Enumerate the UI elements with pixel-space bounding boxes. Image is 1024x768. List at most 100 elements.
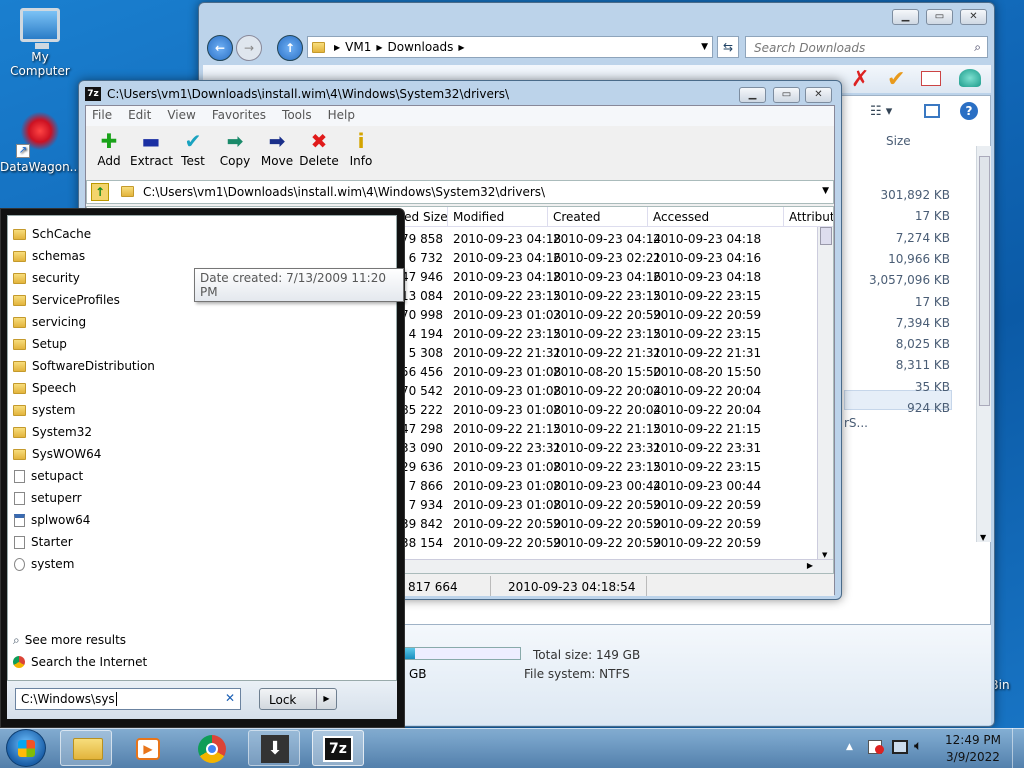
desktop-icon-my-computer[interactable]: My Computer xyxy=(0,8,80,78)
search-internet[interactable]: Search the Internet xyxy=(13,651,147,673)
result-item[interactable]: schemas xyxy=(13,245,85,267)
accessed-cell: 2010-09-22 23:31 xyxy=(653,441,762,455)
menu-favorites[interactable]: Favorites xyxy=(212,108,266,124)
check-icon[interactable]: ✔ xyxy=(887,67,905,92)
add-button[interactable]: ✚ Add xyxy=(88,128,130,168)
show-desktop-button[interactable] xyxy=(1012,728,1024,768)
result-item[interactable]: setupact xyxy=(13,465,83,487)
volume-icon[interactable]: 🔈︎ xyxy=(914,738,922,754)
shell-icon[interactable] xyxy=(959,69,981,87)
result-item[interactable]: Starter xyxy=(13,531,73,553)
size-cell: 7,274 KB xyxy=(895,230,950,245)
taskbar-media-player[interactable]: ▶ xyxy=(122,730,174,766)
up-folder-icon[interactable]: ↑ xyxy=(91,183,109,201)
column-header-created[interactable]: Created xyxy=(553,210,601,224)
result-item[interactable]: system xyxy=(13,399,75,421)
close-button[interactable]: ✕ xyxy=(960,9,987,25)
result-item[interactable]: servicing xyxy=(13,311,86,333)
network-icon[interactable] xyxy=(892,740,908,754)
size-cell: 8,025 KB xyxy=(895,337,950,352)
column-header-attributes[interactable]: Attributes xyxy=(789,210,833,224)
scroll-down-icon[interactable]: ▼ xyxy=(980,533,986,542)
result-item[interactable]: Speech xyxy=(13,377,76,399)
minimize-button[interactable]: ▁ xyxy=(739,87,766,103)
created-cell: 2010-09-22 23:31 xyxy=(553,441,662,455)
power-options-arrow-icon[interactable]: ▶ xyxy=(316,689,336,709)
clear-search-icon[interactable]: ✕ xyxy=(225,691,235,705)
address-dropdown-icon[interactable]: ▼ xyxy=(701,42,708,52)
extract-button[interactable]: ▬ Extract xyxy=(130,128,173,168)
result-item[interactable]: SysWOW64 xyxy=(13,443,101,465)
taskbar-7zip[interactable]: 7z xyxy=(312,730,364,766)
result-item[interactable]: SchCache xyxy=(13,223,91,245)
scroll-right-icon[interactable]: ▶ xyxy=(807,561,813,570)
view-options-icon[interactable]: ☷ ▾ xyxy=(870,104,892,119)
toolbar-label: Delete xyxy=(299,154,339,168)
result-item[interactable]: setuperr xyxy=(13,487,82,509)
scroll-thumb[interactable] xyxy=(820,227,832,245)
back-button[interactable]: ← xyxy=(207,35,233,61)
scroll-down-icon[interactable]: ▼ xyxy=(822,551,827,559)
lock-button[interactable]: Lock ▶ xyxy=(259,688,337,710)
result-item[interactable]: SoftwareDistribution xyxy=(13,355,155,377)
datawagon-icon: ↗ xyxy=(16,112,60,158)
taskbar-chrome[interactable] xyxy=(186,730,238,766)
desktop-icon-datawagon[interactable]: ↗ DataWagon... xyxy=(0,112,81,174)
maximize-button[interactable]: ▭ xyxy=(926,9,953,25)
help-icon[interactable]: ? xyxy=(960,102,978,120)
address-bar[interactable]: ▶ VM1 ▶ Downloads ▶ ▼ xyxy=(307,36,713,58)
see-more-results[interactable]: ⌕ See more results xyxy=(13,629,126,651)
column-header-modified[interactable]: Modified xyxy=(453,210,504,224)
start-button[interactable] xyxy=(6,729,46,767)
vertical-scrollbar[interactable]: ▼ xyxy=(817,227,833,561)
result-item[interactable]: security xyxy=(13,267,80,289)
result-item[interactable]: system xyxy=(13,553,74,575)
mail-icon[interactable] xyxy=(921,71,941,86)
delete-button[interactable]: ✖ Delete xyxy=(298,128,340,168)
show-hidden-icons[interactable]: ▲ xyxy=(846,742,853,752)
breadcrumb-downloads[interactable]: Downloads xyxy=(388,40,454,54)
result-item[interactable]: System32 xyxy=(13,421,92,443)
menu-edit[interactable]: Edit xyxy=(128,108,151,124)
breadcrumb-separator: ▶ xyxy=(376,42,383,52)
forward-button[interactable]: → xyxy=(236,35,262,61)
result-item[interactable]: ServiceProfiles xyxy=(13,289,120,311)
menu-help[interactable]: Help xyxy=(328,108,355,124)
modified-cell: 2010-09-23 01:08 xyxy=(453,460,562,474)
scroll-thumb[interactable] xyxy=(979,156,990,406)
refresh-button[interactable]: ⇆ xyxy=(717,36,739,58)
copy-button[interactable]: ➡ Copy xyxy=(214,128,256,168)
path-field[interactable]: C:\Users\vm1\Downloads\install.wim\4\Win… xyxy=(143,185,545,199)
result-item[interactable]: Setup xyxy=(13,333,67,355)
status-size: 817 664 xyxy=(408,580,458,594)
accessed-cell: 2010-08-20 15:50 xyxy=(653,365,762,379)
taskbar-downloader[interactable]: ⬇ xyxy=(248,730,300,766)
search-box[interactable]: Search Downloads ⌕ xyxy=(745,36,988,58)
action-center-icon[interactable] xyxy=(868,740,884,754)
vertical-scrollbar[interactable]: ▼ xyxy=(976,146,991,542)
created-cell: 2010-09-22 21:15 xyxy=(553,422,662,436)
move-button[interactable]: ➡ Move xyxy=(256,128,298,168)
close-button[interactable]: ✕ xyxy=(805,87,832,103)
column-header-accessed[interactable]: Accessed xyxy=(653,210,709,224)
column-header-size[interactable]: Size xyxy=(886,134,911,148)
test-button[interactable]: ✔ Test xyxy=(172,128,214,168)
menu-tools[interactable]: Tools xyxy=(282,108,312,124)
maximize-button[interactable]: ▭ xyxy=(773,87,800,103)
path-dropdown-icon[interactable]: ▼ xyxy=(822,186,829,196)
sevenzip-icon: 7z xyxy=(323,736,353,762)
x-icon[interactable]: ✗ xyxy=(851,67,869,92)
preview-pane-icon[interactable] xyxy=(924,104,940,118)
see-more-label: See more results xyxy=(24,633,127,647)
result-item[interactable]: splwow64 xyxy=(13,509,90,531)
breadcrumb-vm1[interactable]: VM1 xyxy=(345,40,371,54)
start-menu[interactable]: SchCache schemas security ServiceProfiles se… xyxy=(0,208,405,728)
up-button[interactable]: ↑ xyxy=(277,35,303,61)
info-button[interactable]: i Info xyxy=(340,128,382,168)
minimize-button[interactable]: ▁ xyxy=(892,9,919,25)
taskbar-explorer[interactable] xyxy=(60,730,112,766)
clock[interactable]: 12:49 PM 3/9/2022 xyxy=(940,732,1006,766)
menu-file[interactable]: File xyxy=(92,108,112,124)
start-search-input[interactable]: C:\Windows\sys ✕ xyxy=(15,688,241,710)
menu-view[interactable]: View xyxy=(167,108,195,124)
